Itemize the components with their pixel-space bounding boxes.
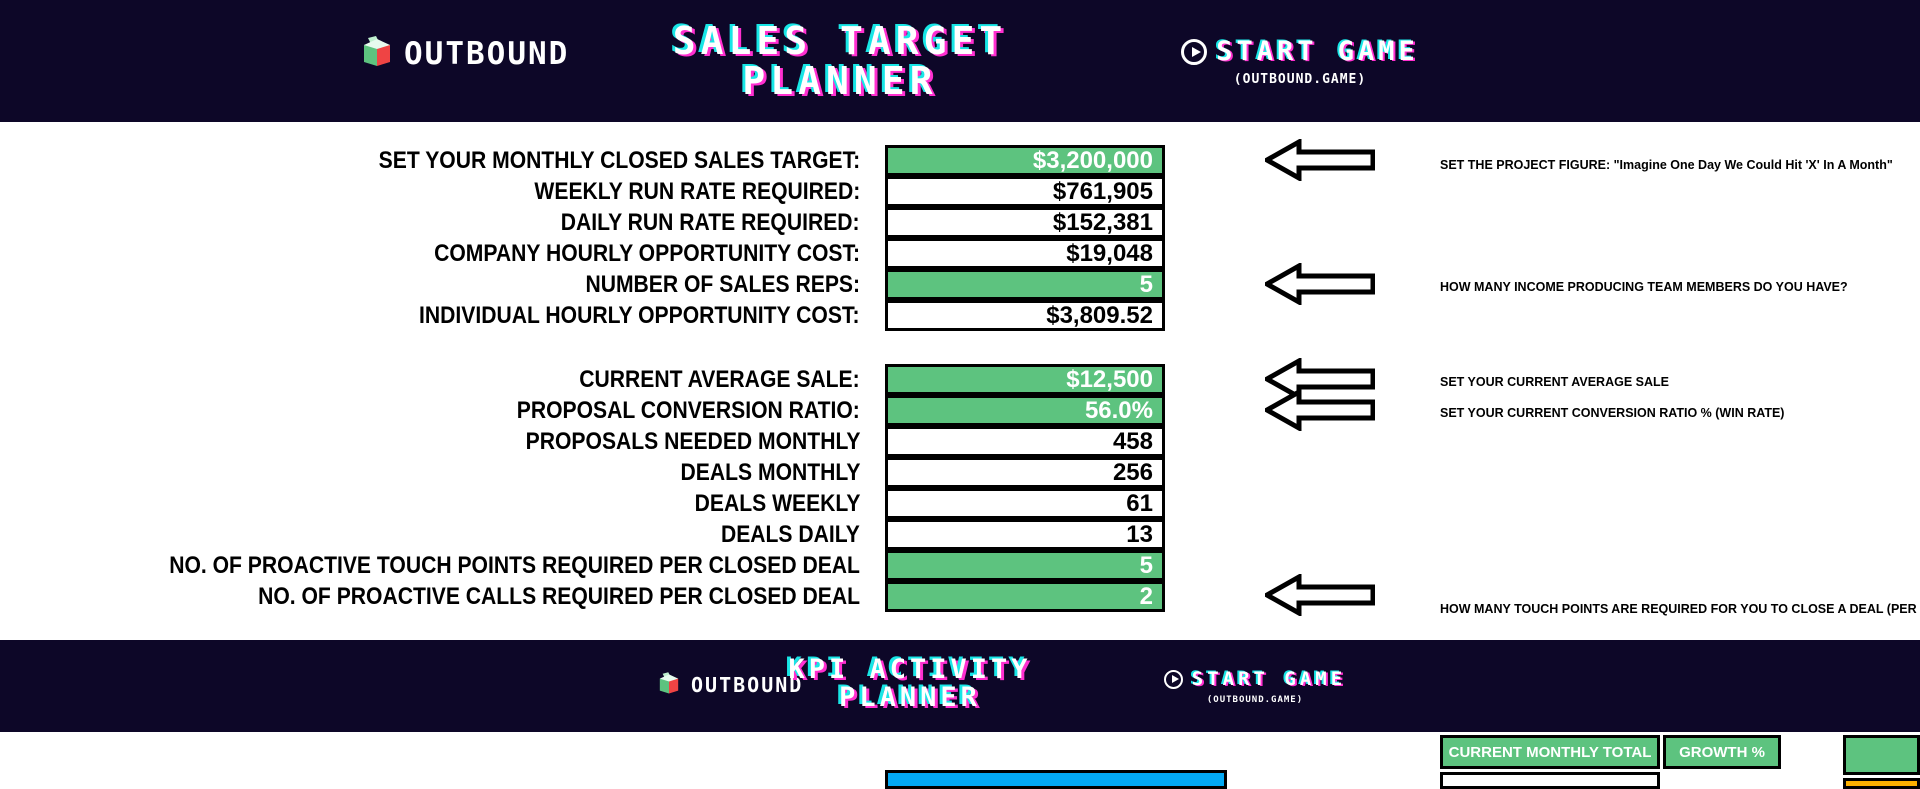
bottom-blue-cell[interactable] [885,770,1227,789]
play-icon [1163,669,1183,689]
outbound-cube-icon [360,36,394,72]
computed-cell: 13 [885,519,1165,550]
computed-cell: $19,048 [885,238,1165,269]
annotation-text: HOW MANY INCOME PRODUCING TEAM MEMBERS D… [1440,280,1848,294]
kpi-title: KPI ACTIVITY PLANNER [788,654,1032,714]
row-label: INDIVIDUAL HOURLY OPPORTUNITY COST: [419,302,860,329]
row-label: DEALS WEEKLY [694,490,860,517]
pointer-arrow-icon [1265,139,1375,181]
start-game-sublabel: (OUTBOUND.GAME) [1233,72,1367,87]
row-label: DEALS DAILY [721,521,860,548]
start-game-label: START GAME [1191,668,1347,690]
pointer-arrow-icon [1265,574,1375,616]
input-cell[interactable]: 5 [885,269,1165,300]
row-label: NUMBER OF SALES REPS: [585,271,860,298]
computed-cell: $761,905 [885,176,1165,207]
annotation-text: HOW MANY TOUCH POINTS ARE REQUIRED FOR Y… [1440,602,1920,616]
row-label: DAILY RUN RATE REQUIRED: [561,209,860,236]
annotation-text: SET YOUR CURRENT CONVERSION RATIO % (WIN… [1440,406,1785,420]
input-cell[interactable]: 5 [885,550,1165,581]
start-game-sublabel: (OUTBOUND.GAME) [1206,695,1304,705]
bottom-column-header: GROWTH % [1663,735,1781,769]
input-cell[interactable]: 2 [885,581,1165,612]
row-label: WEEKLY RUN RATE REQUIRED: [534,178,860,205]
pointer-arrow-icon [1265,389,1375,431]
outbound-wordmark-top: OUTBOUND [404,36,570,72]
row-label: DEALS MONTHLY [680,459,860,486]
start-game-mid[interactable]: START GAME (OUTBOUND.GAME) [1105,668,1405,705]
computed-cell: 256 [885,457,1165,488]
play-icon [1181,38,1208,65]
bottom-green-cell[interactable] [1843,735,1920,775]
row-label: PROPOSAL CONVERSION RATIO: [516,397,860,424]
pointer-arrow-icon [1265,263,1375,305]
row-label: NO. OF PROACTIVE TOUCH POINTS REQUIRED P… [169,552,860,579]
input-cell[interactable]: $12,500 [885,364,1165,395]
row-label: COMPANY HOURLY OPPORTUNITY COST: [434,240,860,267]
annotation-text: SET THE PROJECT FIGURE: "Imagine One Day… [1440,158,1893,172]
input-cell[interactable]: $3,200,000 [885,145,1165,176]
sales-target-planner-page: OUTBOUND SALES TARGET PLANNER START GAME… [0,0,1920,789]
computed-cell: 458 [885,426,1165,457]
bottom-white-cell[interactable] [1440,772,1660,789]
start-game-label: START GAME [1216,36,1419,67]
annotation-text: SET YOUR CURRENT AVERAGE SALE [1440,375,1669,389]
input-cell[interactable]: 56.0% [885,395,1165,426]
start-game-top[interactable]: START GAME (OUTBOUND.GAME) [1120,36,1480,87]
bottom-column-header: CURRENT MONTHLY TOTAL [1440,735,1660,769]
computed-cell: $3,809.52 [885,300,1165,331]
bottom-orange-cell[interactable] [1843,778,1920,789]
outbound-logo-top: OUTBOUND [360,36,569,72]
computed-cell: $152,381 [885,207,1165,238]
row-label: CURRENT AVERAGE SALE: [579,366,860,393]
row-label: NO. OF PROACTIVE CALLS REQUIRED PER CLOS… [258,583,860,610]
row-label: SET YOUR MONTHLY CLOSED SALES TARGET: [378,147,860,174]
computed-cell: 61 [885,488,1165,519]
page-title: SALES TARGET PLANNER [672,19,1008,103]
row-label: PROPOSALS NEEDED MONTHLY [525,428,860,455]
